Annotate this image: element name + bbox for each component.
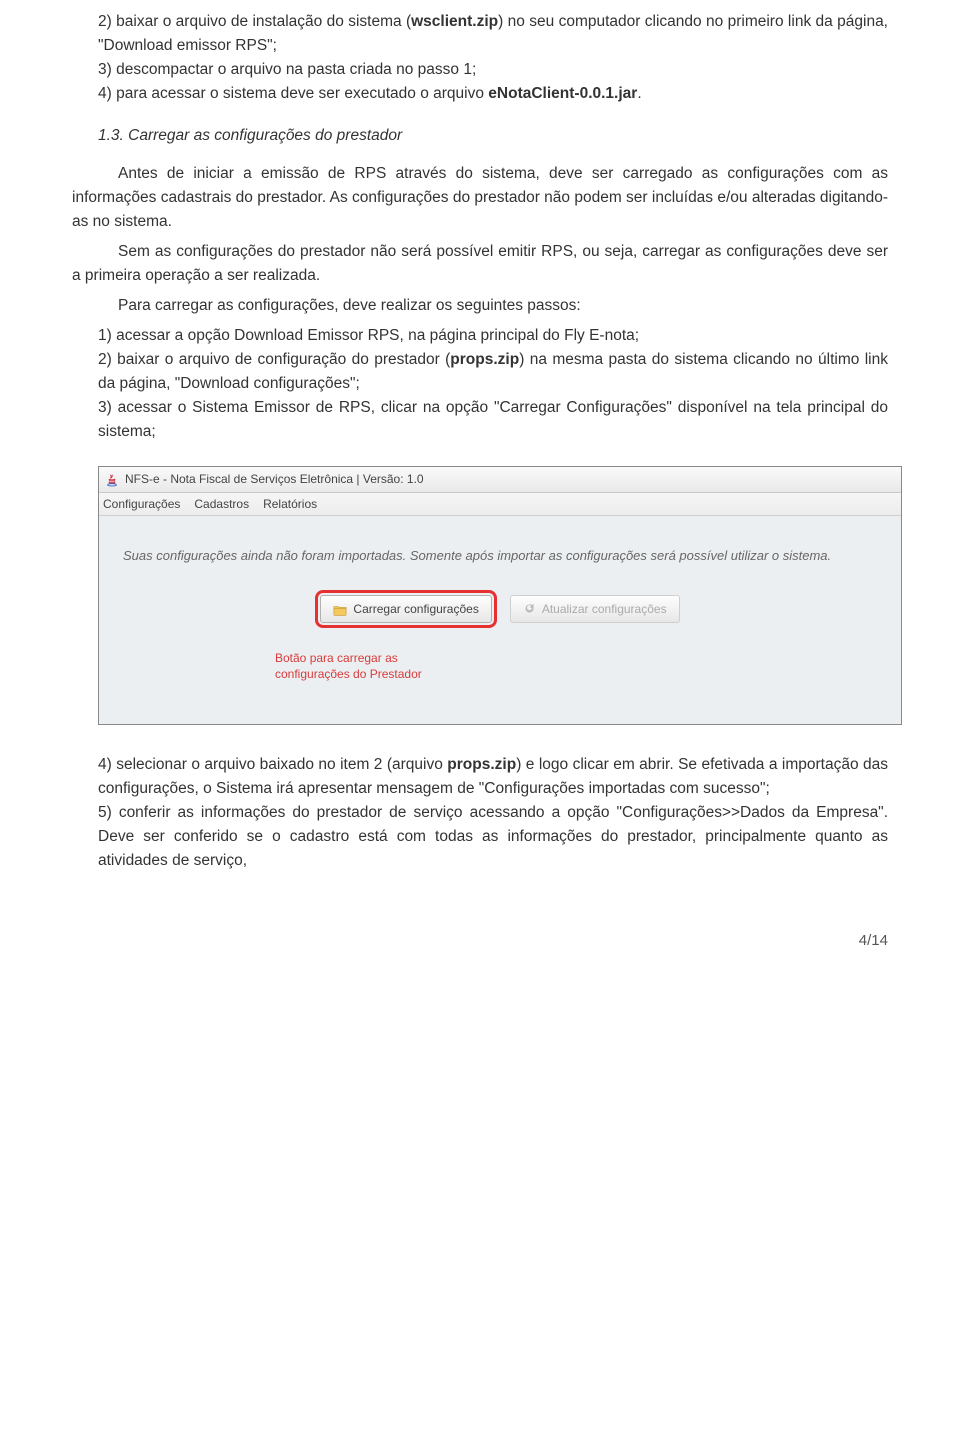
filename: eNotaClient-0.0.1.jar [488, 85, 637, 102]
folder-icon [333, 603, 347, 615]
menu-cadastros[interactable]: Cadastros [194, 495, 249, 514]
load-config-button[interactable]: Carregar configurações [320, 595, 491, 624]
intro-list-item-2: 2) baixar o arquivo de instalação do sis… [72, 10, 888, 58]
intro-list-item-3: 3) descompactar o arquivo na pasta criad… [72, 58, 888, 82]
app-window: NFS-e - Nota Fiscal de Serviços Eletrôni… [98, 466, 902, 725]
filename: wsclient.zip [411, 13, 498, 30]
text: 2) baixar o arquivo de configuração do p… [98, 351, 450, 368]
app-screenshot: NFS-e - Nota Fiscal de Serviços Eletrôni… [98, 466, 902, 725]
text: 4) selecionar o arquivo baixado no item … [98, 756, 447, 773]
app-titlebar: NFS-e - Nota Fiscal de Serviços Eletrôni… [99, 467, 901, 493]
body-para-1: Antes de iniciar a emissão de RPS atravé… [72, 162, 888, 234]
app-title: NFS-e - Nota Fiscal de Serviços Eletrôni… [125, 470, 424, 489]
text: 2) baixar o arquivo de instalação do sis… [98, 13, 411, 30]
red-callout-label: Botão para carregar as configurações do … [275, 651, 475, 682]
java-icon [105, 473, 119, 487]
step-list-item-3: 3) acessar o Sistema Emissor de RPS, cli… [72, 396, 888, 444]
text: 4) para acessar o sistema deve ser execu… [98, 85, 488, 102]
update-config-button: Atualizar configurações [510, 595, 680, 624]
step-list-item-2: 2) baixar o arquivo de configuração do p… [72, 348, 888, 396]
text: . [637, 85, 641, 102]
step-list-item-4: 4) selecionar o arquivo baixado no item … [72, 753, 888, 801]
body-para-2: Sem as configurações do prestador não se… [72, 240, 888, 288]
step-list-item-1: 1) acessar a opção Download Emissor RPS,… [72, 324, 888, 348]
app-button-row: Carregar configurações Atualizar configu… [320, 595, 679, 624]
page-number: 4/14 [72, 929, 888, 952]
section-heading: 1.3. Carregar as configurações do presta… [98, 124, 888, 148]
body-para-3: Para carregar as configurações, deve rea… [72, 294, 888, 318]
app-body: Suas configurações ainda não foram impor… [99, 516, 901, 724]
app-menubar: Configurações Cadastros Relatórios [99, 493, 901, 517]
step-list-item-5: 5) conferir as informações do prestador … [72, 801, 888, 873]
intro-list-item-4: 4) para acessar o sistema deve ser execu… [72, 82, 888, 106]
filename: props.zip [447, 756, 516, 773]
app-status-message: Suas configurações ainda não foram impor… [123, 546, 877, 566]
refresh-icon [523, 602, 536, 615]
button-label: Atualizar configurações [542, 600, 667, 619]
menu-config[interactable]: Configurações [103, 495, 180, 514]
button-label: Carregar configurações [353, 600, 478, 619]
document-page: 2) baixar o arquivo de instalação do sis… [0, 0, 960, 993]
menu-relatorios[interactable]: Relatórios [263, 495, 317, 514]
filename: props.zip [450, 351, 519, 368]
